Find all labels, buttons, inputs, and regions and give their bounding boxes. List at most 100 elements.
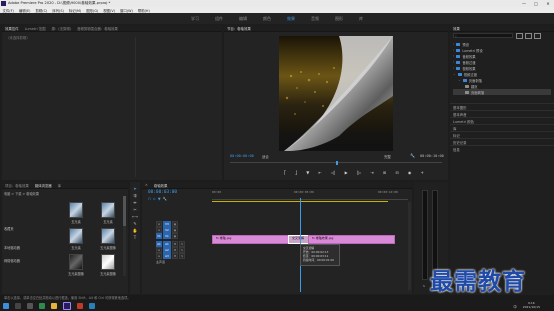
tab-timeline-sequence[interactable]: 卷轴效果 xyxy=(154,183,168,188)
program-timecode-current[interactable]: 00:00:00:00 xyxy=(230,154,254,158)
tab-lumetri-scopes[interactable]: Lumetri 范围 xyxy=(25,26,46,31)
effects-tree-item-selected[interactable]: 页面剥落 xyxy=(453,89,551,95)
step-forward-icon[interactable]: |▷ xyxy=(357,170,361,176)
zoom-fit-select[interactable]: 适合 xyxy=(262,154,269,159)
menu-clip[interactable]: 剪辑(C) xyxy=(35,8,47,13)
accelerated-effects-icon[interactable] xyxy=(516,33,523,39)
workspace-color[interactable]: 颜色 xyxy=(263,16,271,22)
timeline-timecode[interactable]: 00:00:03:00 xyxy=(148,190,177,195)
tab-effect-controls[interactable]: 效果控件 xyxy=(5,26,19,31)
media-item[interactable]: 五元素图像 xyxy=(66,254,86,276)
menu-edit[interactable]: 编辑(E) xyxy=(19,8,31,13)
workspace-effects[interactable]: 效果 xyxy=(287,16,295,22)
close-button[interactable]: ✕ xyxy=(542,0,554,7)
input-language[interactable]: 中 xyxy=(513,304,516,309)
workspace-graphics[interactable]: 图形 xyxy=(335,16,343,22)
section-essential-graphics[interactable]: 基本图形 xyxy=(450,103,554,110)
tab-program-monitor[interactable]: 节目：卷轴效果 xyxy=(227,26,251,31)
timeline-scrollbar[interactable] xyxy=(408,202,411,290)
section-essential-sound[interactable]: 基本声音 xyxy=(450,110,554,117)
section-lumetri-color[interactable]: Lumetri 颜色 xyxy=(450,117,554,124)
timeline-settings-icon[interactable]: 🔧 xyxy=(163,197,169,201)
mute-icon[interactable]: M xyxy=(172,253,178,259)
program-time-ruler[interactable] xyxy=(230,161,442,165)
menu-graphics[interactable]: 图形(G) xyxy=(86,8,98,13)
workspace-audio[interactable]: 音频 xyxy=(311,16,319,22)
tab-source[interactable]: 源：(无剪辑) xyxy=(51,26,71,31)
workspace-editing[interactable]: 编辑 xyxy=(239,16,247,22)
playback-quality-select[interactable]: 完整 xyxy=(384,154,391,159)
file-explorer-icon[interactable] xyxy=(51,303,57,309)
menu-sequence[interactable]: 序列(S) xyxy=(52,8,64,13)
taskbar-clock[interactable]: 9:16 2021/10/15 xyxy=(523,301,540,310)
menu-help[interactable]: 帮助(H) xyxy=(138,8,150,13)
menu-view[interactable]: 视图(V) xyxy=(103,8,115,13)
menu-file[interactable]: 文件(F) xyxy=(3,8,14,13)
media-breadcrumb[interactable]: 电脑 > 下载 > 卷轴效果 xyxy=(4,191,39,196)
overwrite-icon[interactable]: ⊟ xyxy=(395,170,398,176)
tab-libraries[interactable]: 库 xyxy=(58,183,61,188)
button-editor-icon[interactable]: + xyxy=(421,170,424,176)
type-tool-icon[interactable]: T xyxy=(134,235,136,240)
32bit-effects-icon[interactable] xyxy=(525,33,532,39)
program-playhead[interactable] xyxy=(336,161,338,165)
minimize-button[interactable]: — xyxy=(518,0,530,7)
timeline-ruler[interactable]: 00:00 00:00:05:00 00:00:10:00 xyxy=(212,190,408,202)
task-view-icon[interactable] xyxy=(27,303,33,309)
media-item[interactable]: 五元素 xyxy=(66,228,86,250)
tab-media-browser[interactable]: 媒体浏览器 xyxy=(35,183,52,188)
go-to-in-icon[interactable]: ⇤ xyxy=(319,170,322,176)
premiere-taskbar-icon[interactable] xyxy=(63,302,71,310)
timeline-clip[interactable]: fx 卷轴效果.jpg xyxy=(308,235,395,244)
workspace-assembly[interactable]: 组件 xyxy=(215,16,223,22)
workspace-learn[interactable]: 学习 xyxy=(191,16,199,22)
add-marker-icon[interactable]: ▼ xyxy=(306,170,309,176)
settings-wrench-icon[interactable]: 🔧 xyxy=(410,153,415,158)
search-icon[interactable] xyxy=(15,303,21,309)
side-item-local-drives[interactable]: 本地驱动器 xyxy=(4,245,60,250)
media-item[interactable]: 五元素图像 xyxy=(98,228,118,250)
slip-tool-icon[interactable]: ⟷ xyxy=(132,214,138,219)
media-item[interactable]: 五元素 xyxy=(98,202,118,224)
selection-tool-icon[interactable]: ➤ xyxy=(133,186,136,191)
section-history[interactable]: 历史记录 xyxy=(450,138,554,145)
menu-markers[interactable]: 标记(M) xyxy=(69,8,81,13)
section-info[interactable]: 信息 xyxy=(450,145,554,152)
source-patch-v1[interactable]: V1 xyxy=(156,233,162,239)
side-item-favorites[interactable]: 收藏夹 xyxy=(4,226,60,231)
browser-icon[interactable] xyxy=(39,303,45,309)
close-tab-icon[interactable]: ✕ xyxy=(145,183,148,187)
track-select-tool-icon[interactable]: ⇶ xyxy=(133,193,136,198)
pen-tool-icon[interactable]: ✎ xyxy=(133,221,136,226)
effects-search-field[interactable]: ⌕ xyxy=(453,33,513,38)
media-item[interactable]: 五元素 xyxy=(66,202,86,224)
yuv-effects-icon[interactable] xyxy=(534,33,541,39)
app-icon[interactable] xyxy=(89,303,95,309)
menu-window[interactable]: 窗口(W) xyxy=(120,8,133,13)
play-icon[interactable]: ▶ xyxy=(345,170,348,176)
solo-icon[interactable]: S xyxy=(179,253,185,259)
mark-in-icon[interactable]: ⎡ xyxy=(284,170,286,176)
section-markers[interactable]: 标记 xyxy=(450,131,554,138)
track-eye-icon[interactable]: ◉ xyxy=(172,233,178,239)
app-icon[interactable] xyxy=(77,303,83,309)
media-scrollbar[interactable] xyxy=(123,196,126,276)
step-back-icon[interactable]: ◁| xyxy=(331,170,335,176)
hand-tool-icon[interactable]: ✋ xyxy=(133,228,138,233)
insert-icon[interactable]: ⊞ xyxy=(383,170,386,176)
mark-out-icon[interactable]: ⎦ xyxy=(295,170,297,176)
export-frame-icon[interactable]: ◉ xyxy=(408,170,412,176)
windows-start-icon[interactable] xyxy=(3,303,9,309)
tab-project[interactable]: 项目：卷轴效果 xyxy=(5,183,29,188)
timeline-clip[interactable]: fx 卷轴.jpg xyxy=(212,235,297,244)
track-name[interactable]: V1 xyxy=(163,233,171,239)
media-scrollbar-thumb[interactable] xyxy=(123,196,126,226)
ripple-edit-tool-icon[interactable]: ⇹ xyxy=(133,200,136,205)
tab-audio-clip-mixer[interactable]: 音频剪辑混合器：卷轴效果 xyxy=(77,26,118,31)
section-libraries[interactable]: 库 xyxy=(450,124,554,131)
tab-effects[interactable]: 效果 xyxy=(453,26,460,31)
solo-button[interactable]: S xyxy=(423,284,425,288)
maximize-button[interactable]: □ xyxy=(530,0,542,7)
workspace-libraries[interactable]: 库 xyxy=(359,16,363,22)
go-to-out-icon[interactable]: ⇥ xyxy=(370,170,373,176)
